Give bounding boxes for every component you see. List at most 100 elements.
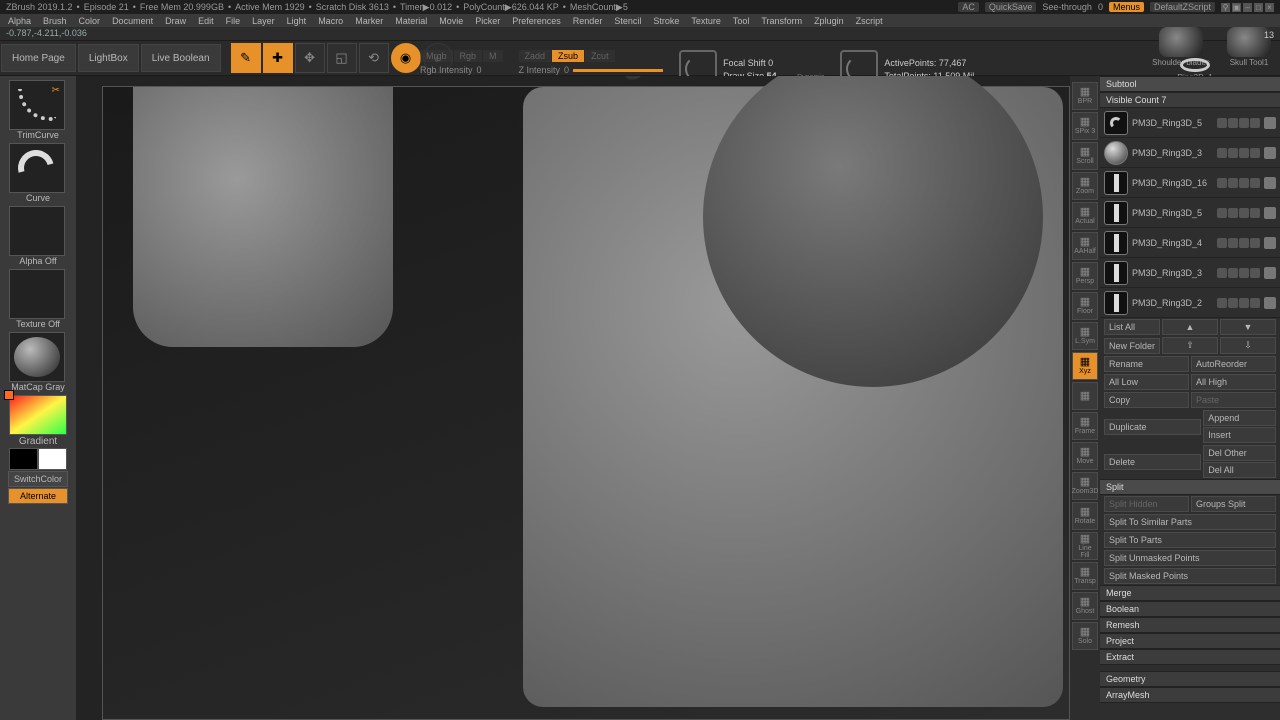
nav-bpr[interactable]: ▦BPR [1072, 82, 1098, 110]
menu-color[interactable]: Color [73, 16, 107, 26]
window-lock-icon[interactable]: ⚲ [1221, 3, 1230, 12]
subtool-item[interactable]: PM3D_Ring3D_5 [1100, 108, 1280, 138]
menu-tool[interactable]: Tool [727, 16, 756, 26]
subtool-item[interactable]: PM3D_Ring3D_3 [1100, 258, 1280, 288]
extract-header[interactable]: Extract [1100, 649, 1280, 665]
nav-l.sym[interactable]: ▦L.Sym [1072, 322, 1098, 350]
splithidden-button[interactable]: Split Hidden [1104, 496, 1189, 512]
menu-macro[interactable]: Macro [312, 16, 349, 26]
menu-edit[interactable]: Edit [192, 16, 220, 26]
gizmo-button[interactable]: ◉ [391, 43, 421, 73]
material-slot[interactable]: MatCap Gray [9, 332, 67, 394]
nav-move[interactable]: ▦Move [1072, 442, 1098, 470]
menus-toggle[interactable]: Menus [1109, 2, 1144, 12]
list-all-button[interactable]: List All [1104, 319, 1160, 335]
zcut-button[interactable]: Zcut [585, 50, 615, 62]
autoreorder-button[interactable]: AutoReorder [1191, 356, 1276, 372]
menu-marker[interactable]: Marker [349, 16, 389, 26]
menu-texture[interactable]: Texture [685, 16, 727, 26]
mrgb-button[interactable]: Mrgb [420, 50, 453, 62]
nav-spix-3[interactable]: ▦SPix 3 [1072, 112, 1098, 140]
arraymesh-header[interactable]: ArrayMesh [1100, 687, 1280, 703]
move-up-icon[interactable]: ⇧ [1162, 337, 1218, 354]
splitunmasked-button[interactable]: Split Unmasked Points [1104, 550, 1276, 566]
rotate-mode-button[interactable]: ⟲ [359, 43, 389, 73]
menu-document[interactable]: Document [106, 16, 159, 26]
subtool-item[interactable]: PM3D_Ring3D_2 [1100, 288, 1280, 318]
rename-button[interactable]: Rename [1104, 356, 1189, 372]
menu-transform[interactable]: Transform [755, 16, 808, 26]
default-zscript-button[interactable]: DefaultZScript [1150, 2, 1215, 12]
move-mode-button[interactable]: ✥ [295, 43, 325, 73]
boolean-header[interactable]: Boolean [1100, 601, 1280, 617]
splitsimilar-button[interactable]: Split To Similar Parts [1104, 514, 1276, 530]
new-folder-button[interactable]: New Folder [1104, 338, 1160, 354]
paste-button[interactable]: Paste [1191, 392, 1276, 408]
subtool-item[interactable]: PM3D_Ring3D_5 [1100, 198, 1280, 228]
close-icon[interactable]: × [1265, 3, 1274, 12]
menu-draw[interactable]: Draw [159, 16, 192, 26]
delother-button[interactable]: Del Other [1203, 445, 1276, 461]
menu-zscript[interactable]: Zscript [850, 16, 889, 26]
remesh-header[interactable]: Remesh [1100, 617, 1280, 633]
menu-movie[interactable]: Movie [433, 16, 469, 26]
menu-brush[interactable]: Brush [37, 16, 73, 26]
split-header[interactable]: Split [1100, 479, 1280, 495]
rgb-button[interactable]: Rgb [454, 50, 483, 62]
append-button[interactable]: Append [1203, 410, 1276, 426]
nav-zoom3d[interactable]: ▦Zoom3D [1072, 472, 1098, 500]
geometry-header[interactable]: Geometry [1100, 671, 1280, 687]
window-expand-icon[interactable]: ▣ [1232, 3, 1241, 12]
duplicate-button[interactable]: Duplicate [1104, 419, 1201, 435]
alllow-button[interactable]: All Low [1104, 374, 1189, 390]
menu-picker[interactable]: Picker [469, 16, 506, 26]
menu-light[interactable]: Light [281, 16, 313, 26]
menu-alpha[interactable]: Alpha [2, 16, 37, 26]
nav-zoom[interactable]: ▦Zoom [1072, 172, 1098, 200]
zsub-button[interactable]: Zsub [552, 50, 584, 62]
arrow-up-icon[interactable]: ▲ [1162, 319, 1218, 335]
subtool-item[interactable]: PM3D_Ring3D_4 [1100, 228, 1280, 258]
menu-stencil[interactable]: Stencil [608, 16, 647, 26]
edit-mode-button[interactable]: ✎ [231, 43, 261, 73]
menu-zplugin[interactable]: Zplugin [808, 16, 850, 26]
splitparts-button[interactable]: Split To Parts [1104, 532, 1276, 548]
live-boolean-button[interactable]: Live Boolean [141, 44, 221, 72]
draw-mode-button[interactable]: ✚ [263, 43, 293, 73]
nav-blank[interactable]: ▦ [1072, 382, 1098, 410]
nav-ghost[interactable]: ▦Ghost [1072, 592, 1098, 620]
color-swatches[interactable] [9, 448, 67, 470]
scale-mode-button[interactable]: ◱ [327, 43, 357, 73]
nav-aahalf[interactable]: ▦AAHalf [1072, 232, 1098, 260]
zadd-button[interactable]: Zadd [519, 50, 552, 62]
trimcurve-brush[interactable]: ✂TrimCurve [9, 80, 67, 142]
menu-file[interactable]: File [220, 16, 247, 26]
nav-solo[interactable]: ▦Solo [1072, 622, 1098, 650]
nav-persp[interactable]: ▦Persp [1072, 262, 1098, 290]
maximize-icon[interactable]: □ [1254, 3, 1263, 12]
nav-floor[interactable]: ▦Floor [1072, 292, 1098, 320]
merge-header[interactable]: Merge [1100, 585, 1280, 601]
menu-layer[interactable]: Layer [246, 16, 281, 26]
allhigh-button[interactable]: All High [1191, 374, 1276, 390]
home-page-button[interactable]: Home Page [1, 44, 76, 72]
arrow-down-icon[interactable]: ▼ [1220, 319, 1276, 335]
project-header[interactable]: Project [1100, 633, 1280, 649]
m-button[interactable]: M [483, 50, 503, 62]
insert-button[interactable]: Insert [1203, 427, 1276, 443]
viewport[interactable]: www.rrcg.cn [76, 76, 1070, 720]
menu-preferences[interactable]: Preferences [506, 16, 567, 26]
copy-button[interactable]: Copy [1104, 392, 1189, 408]
minimize-icon[interactable]: – [1243, 3, 1252, 12]
subtool-item[interactable]: PM3D_Ring3D_16 [1100, 168, 1280, 198]
curve-stroke[interactable]: Curve [9, 143, 67, 205]
alternate-button[interactable]: Alternate [8, 488, 68, 504]
nav-line-fill[interactable]: ▦Line Fill [1072, 532, 1098, 560]
nav-transp[interactable]: ▦Transp [1072, 562, 1098, 590]
nav-actual[interactable]: ▦Actual [1072, 202, 1098, 230]
subtool-list[interactable]: PM3D_Ring3D_5 PM3D_Ring3D_3 PM3D_Ring3D_16… [1100, 108, 1280, 318]
nav-frame[interactable]: ▦Frame [1072, 412, 1098, 440]
menu-material[interactable]: Material [389, 16, 433, 26]
color-picker[interactable] [9, 395, 67, 435]
switchcolor-button[interactable]: SwitchColor [8, 471, 68, 487]
